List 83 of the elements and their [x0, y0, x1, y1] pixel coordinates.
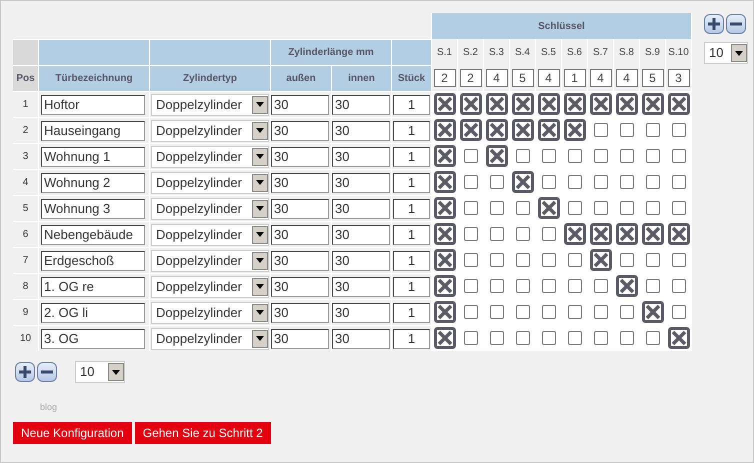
- quantity-field[interactable]: 1: [393, 302, 430, 322]
- outside-length-field[interactable]: 30: [271, 120, 329, 140]
- door-name-field[interactable]: Hauseingang: [41, 120, 145, 140]
- row-number: 2: [13, 117, 39, 143]
- quantity-field[interactable]: 1: [393, 328, 430, 348]
- count-field[interactable]: 4: [486, 69, 508, 87]
- select-field[interactable]: Doppelzylinder: [151, 94, 269, 116]
- header-cell: Türbezeichnung: [39, 65, 150, 91]
- inside-length-field[interactable]: 30: [332, 302, 390, 322]
- count-field[interactable]: 2: [460, 69, 482, 87]
- quantity-field[interactable]: 1: [393, 224, 430, 244]
- quantity-field[interactable]: 1: [393, 198, 430, 218]
- header-cell: Schlüssel: [432, 13, 692, 39]
- outside-length-field[interactable]: 30: [271, 250, 329, 270]
- header-cell: innen: [332, 65, 392, 91]
- select-field[interactable]: Doppelzylinder: [151, 250, 269, 272]
- select-field[interactable]: Doppelzylinder: [151, 328, 269, 350]
- row-number: 9: [13, 299, 39, 325]
- count-field[interactable]: 1: [564, 69, 586, 87]
- inside-length-field[interactable]: 30: [332, 250, 390, 270]
- inside-length-field[interactable]: 30: [332, 198, 390, 218]
- door-name-field[interactable]: Nebengebäude: [41, 224, 145, 244]
- row-number: 6: [13, 221, 39, 247]
- row-number: 5: [13, 195, 39, 221]
- action-button[interactable]: Neue Konfiguration: [13, 422, 132, 444]
- door-name-field[interactable]: Wohnung 2: [41, 172, 145, 192]
- key-label: S.10: [666, 39, 692, 65]
- outside-length-field[interactable]: 30: [271, 198, 329, 218]
- count-field[interactable]: 5: [512, 69, 534, 87]
- outside-length-field[interactable]: 30: [271, 172, 329, 192]
- inside-length-field[interactable]: 30: [332, 328, 390, 348]
- quantity-field[interactable]: 1: [393, 250, 430, 270]
- count-field[interactable]: 4: [538, 69, 560, 87]
- outside-length-field[interactable]: 30: [271, 146, 329, 166]
- row-number: 10: [13, 325, 39, 351]
- row-number: 8: [13, 273, 39, 299]
- outside-length-field[interactable]: 30: [271, 94, 329, 114]
- select-field[interactable]: Doppelzylinder: [151, 198, 269, 220]
- door-name-field[interactable]: 1. OG re: [41, 276, 145, 296]
- quantity-field[interactable]: 1: [393, 94, 430, 114]
- quantity-field[interactable]: 1: [393, 120, 430, 140]
- inside-length-field[interactable]: 30: [332, 172, 390, 192]
- select-field[interactable]: Doppelzylinder: [151, 172, 269, 194]
- outside-length-field[interactable]: 30: [271, 224, 329, 244]
- inside-length-field[interactable]: 30: [332, 120, 390, 140]
- inside-length-field[interactable]: 30: [332, 224, 390, 244]
- count-field[interactable]: 4: [590, 69, 612, 87]
- select-field[interactable]: 10: [704, 42, 748, 64]
- count-field[interactable]: 3: [668, 69, 690, 87]
- door-name-field[interactable]: Hoftor: [41, 94, 145, 114]
- quantity-field[interactable]: 1: [393, 276, 430, 296]
- header-cell: Zylinderlänge mm: [271, 39, 392, 65]
- door-name-field[interactable]: Wohnung 1: [41, 146, 145, 166]
- row-number: 3: [13, 143, 39, 169]
- header-cell: Stück: [392, 65, 432, 91]
- select-field[interactable]: Doppelzylinder: [151, 276, 269, 298]
- door-name-field[interactable]: Erdgeschoß: [41, 250, 145, 270]
- inside-length-field[interactable]: 30: [332, 276, 390, 296]
- select-field[interactable]: Doppelzylinder: [151, 146, 269, 168]
- select-field[interactable]: Doppelzylinder: [151, 120, 269, 142]
- header-cell: Zylindertyp: [150, 65, 271, 91]
- header-cell: Pos: [13, 65, 39, 91]
- outside-length-field[interactable]: 30: [271, 328, 329, 348]
- count-field[interactable]: 5: [642, 69, 664, 87]
- quantity-field[interactable]: 1: [393, 172, 430, 192]
- row-number: 4: [13, 169, 39, 195]
- select-field[interactable]: 10: [75, 361, 125, 383]
- outside-length-field[interactable]: 30: [271, 276, 329, 296]
- row-number: 7: [13, 247, 39, 273]
- action-button[interactable]: Gehen Sie zu Schritt 2: [134, 422, 271, 444]
- quantity-field[interactable]: 1: [393, 146, 430, 166]
- door-name-field[interactable]: 3. OG: [41, 328, 145, 348]
- inside-length-field[interactable]: 30: [332, 146, 390, 166]
- row-number: 1: [13, 91, 39, 117]
- select-field[interactable]: Doppelzylinder: [151, 224, 269, 246]
- select-field[interactable]: Doppelzylinder: [151, 302, 269, 324]
- inside-length-field[interactable]: 30: [332, 94, 390, 114]
- door-name-field[interactable]: 2. OG li: [41, 302, 145, 322]
- door-name-field[interactable]: Wohnung 3: [41, 198, 145, 218]
- outside-length-field[interactable]: 30: [271, 302, 329, 322]
- count-field[interactable]: 2: [434, 69, 456, 87]
- count-field[interactable]: 4: [616, 69, 638, 87]
- header-cell: außen: [271, 65, 332, 91]
